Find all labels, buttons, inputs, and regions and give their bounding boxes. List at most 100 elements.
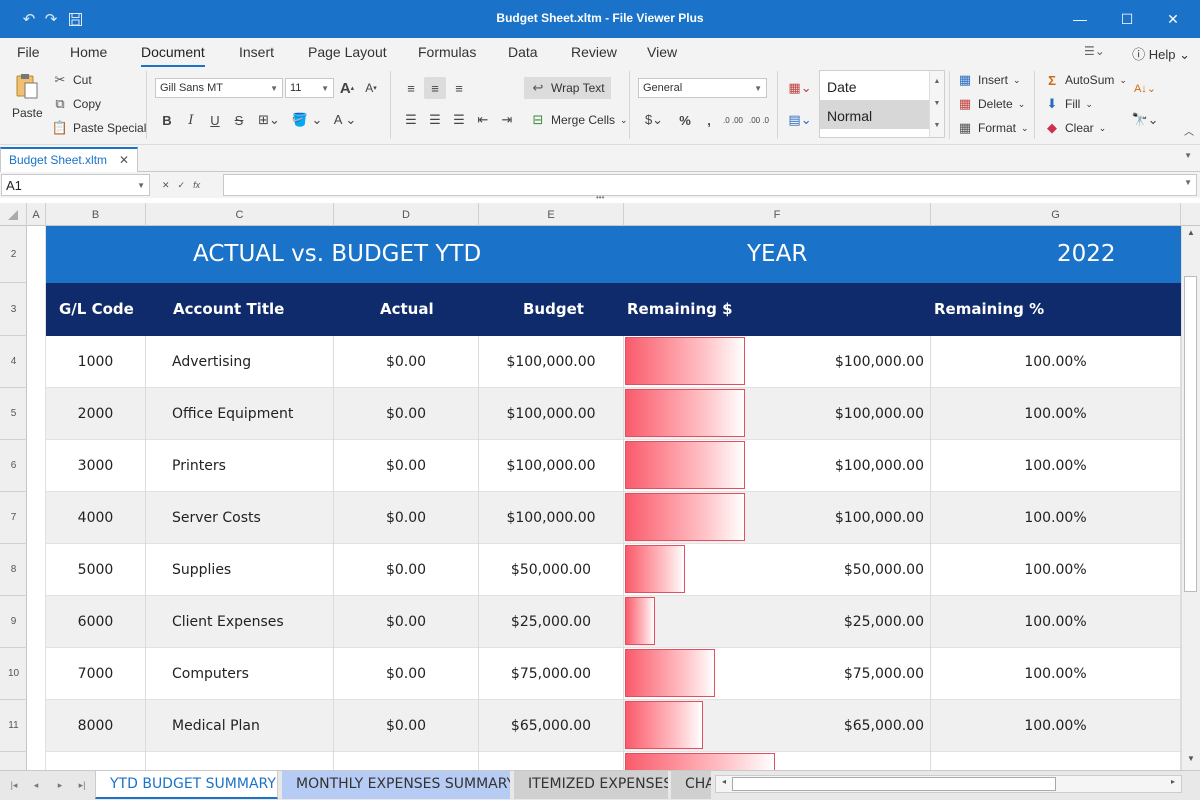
sort-filter-icon[interactable]: A↓⌄: [1130, 77, 1160, 99]
menu-review[interactable]: Review: [571, 44, 617, 64]
grow-font-icon[interactable]: A ▴: [336, 77, 358, 99]
cell-actual[interactable]: $0.00: [334, 700, 479, 752]
menu-page-layout[interactable]: Page Layout: [308, 44, 387, 64]
scroll-up-icon[interactable]: ▲: [1185, 228, 1197, 242]
confirm-icon[interactable]: ✓: [178, 180, 186, 191]
cell-remaining-percent[interactable]: 100.00%: [931, 388, 1181, 440]
select-all-corner[interactable]: [0, 203, 27, 226]
last-sheet-icon[interactable]: ▸|: [74, 777, 90, 793]
font-size-select[interactable]: 11 ▼: [285, 78, 334, 98]
cell-actual[interactable]: $0.00: [334, 648, 479, 700]
cell-gl-code[interactable]: 8000: [46, 700, 146, 752]
style-date[interactable]: Date: [820, 71, 944, 100]
horizontal-scrollbar[interactable]: ◂ ▸: [715, 775, 1182, 793]
cell-actual[interactable]: $0.00: [334, 336, 479, 388]
clear-button[interactable]: ◆ Clear ⌄: [1044, 120, 1106, 136]
cell-remaining-percent[interactable]: 100.00%: [931, 544, 1181, 596]
format-as-table-icon[interactable]: ▤⌄: [785, 109, 815, 131]
collapse-ribbon-icon[interactable]: ︿: [1178, 119, 1200, 141]
row-header[interactable]: 9: [0, 596, 27, 648]
cell-remaining-percent[interactable]: 100.00%: [931, 700, 1181, 752]
cancel-icon[interactable]: ✕: [162, 180, 170, 191]
underline-icon[interactable]: U: [204, 109, 226, 131]
formula-input[interactable]: ▼: [223, 174, 1197, 196]
conditional-formatting-icon[interactable]: ▦⌄: [785, 77, 815, 99]
cell-budget[interactable]: $75,000.00: [479, 648, 624, 700]
function-icon[interactable]: fx: [193, 180, 200, 190]
paste-special-button[interactable]: 📋 Paste Special: [52, 120, 146, 136]
tab-list-icon[interactable]: ▼: [1184, 151, 1192, 160]
cell-gl-code[interactable]: [46, 752, 146, 770]
table-row[interactable]: 5000 Supplies $0.00 $50,000.00 $50,000.00 100…: [46, 544, 1181, 596]
align-middle-icon[interactable]: ≡: [424, 77, 446, 99]
cell-budget[interactable]: $100,000.00: [479, 492, 624, 544]
cell-actual[interactable]: $0.00: [334, 388, 479, 440]
close-icon[interactable]: ✕: [119, 153, 129, 168]
cell-remaining-dollars[interactable]: $100,000.00: [624, 388, 931, 440]
cell-account-title[interactable]: Printers: [146, 440, 334, 492]
merge-cells-button[interactable]: ⊟ Merge Cells ⌄: [524, 109, 634, 131]
cell-remaining-percent[interactable]: 100.00%: [931, 336, 1181, 388]
cell-actual[interactable]: $0.00: [334, 596, 479, 648]
help-button[interactable]: ⓘ Help ⌄: [1132, 44, 1190, 63]
autosum-button[interactable]: Σ AutoSum ⌄: [1044, 72, 1127, 88]
column-header-g[interactable]: G: [931, 203, 1181, 226]
cell-styles-gallery[interactable]: Date Normal ▲ ▼ ▼: [819, 70, 945, 138]
cell-gl-code[interactable]: 1000: [46, 336, 146, 388]
column-header-e[interactable]: E: [479, 203, 624, 226]
cell-account-title[interactable]: Supplies: [146, 544, 334, 596]
cell-actual[interactable]: [334, 752, 479, 770]
ribbon-options-icon[interactable]: ☰⌄: [1084, 44, 1105, 64]
resize-handle-icon[interactable]: •••: [596, 194, 604, 202]
align-right-icon[interactable]: ☰: [448, 109, 470, 131]
spreadsheet-grid[interactable]: A B C D E F G 2 3 4 5 6 7 8 9 10 11 12 A…: [0, 203, 1200, 770]
menu-view[interactable]: View: [647, 44, 677, 64]
minimize-button[interactable]: —: [1057, 6, 1103, 32]
cell-budget[interactable]: $100,000.00: [479, 336, 624, 388]
table-row[interactable]: 4000 Server Costs $0.00 $100,000.00 $100,000…: [46, 492, 1181, 544]
fill-button[interactable]: ⬇ Fill ⌄: [1044, 96, 1093, 112]
column-header-b[interactable]: B: [46, 203, 146, 226]
increase-decimal-icon[interactable]: .0 .00: [722, 109, 744, 131]
menu-file[interactable]: File: [17, 44, 40, 64]
row-header[interactable]: 3: [0, 283, 27, 336]
row-header[interactable]: 2: [0, 226, 27, 283]
table-row[interactable]: [46, 752, 1181, 770]
menu-insert[interactable]: Insert: [239, 44, 274, 64]
column-a-cells[interactable]: [27, 226, 46, 770]
column-header-a[interactable]: A: [27, 203, 46, 226]
cell-actual[interactable]: $0.00: [334, 440, 479, 492]
row-header[interactable]: 10: [0, 648, 27, 700]
align-center-icon[interactable]: ☰: [424, 109, 446, 131]
table-row[interactable]: 3000 Printers $0.00 $100,000.00 $100,000.00 1…: [46, 440, 1181, 492]
cell-remaining-percent[interactable]: 100.00%: [931, 440, 1181, 492]
align-bottom-icon[interactable]: ≡: [448, 77, 470, 99]
align-left-icon[interactable]: ☰: [400, 109, 422, 131]
row-header[interactable]: 7: [0, 492, 27, 544]
cell-budget[interactable]: $65,000.00: [479, 700, 624, 752]
sheet-tab-charts[interactable]: CHA: [671, 771, 711, 799]
row-header[interactable]: 6: [0, 440, 27, 492]
table-row[interactable]: 2000 Office Equipment $0.00 $100,000.00 $100…: [46, 388, 1181, 440]
column-header-f[interactable]: F: [624, 203, 931, 226]
font-name-select[interactable]: Gill Sans MT ▼: [155, 78, 283, 98]
font-color-icon[interactable]: A ⌄: [330, 109, 360, 131]
comma-icon[interactable]: ,: [698, 109, 720, 131]
row-header[interactable]: 5: [0, 388, 27, 440]
cell-budget[interactable]: [479, 752, 624, 770]
delete-cells-button[interactable]: ▦ Delete ⌄: [957, 96, 1025, 112]
row-header[interactable]: 11: [0, 700, 27, 752]
cell-budget[interactable]: $25,000.00: [479, 596, 624, 648]
cell-account-title[interactable]: Advertising: [146, 336, 334, 388]
cell-remaining-dollars[interactable]: $100,000.00: [624, 336, 931, 388]
align-top-icon[interactable]: ≡: [400, 77, 422, 99]
strikethrough-icon[interactable]: S: [228, 109, 250, 131]
cell-account-title[interactable]: Client Expenses: [146, 596, 334, 648]
cell-remaining-percent[interactable]: 100.00%: [931, 596, 1181, 648]
cell-remaining-percent[interactable]: 100.00%: [931, 648, 1181, 700]
menu-home[interactable]: Home: [70, 44, 107, 64]
sheet-tab-ytd-budget-summary[interactable]: YTD BUDGET SUMMARY: [95, 771, 278, 799]
maximize-button[interactable]: ☐: [1104, 6, 1150, 32]
cell-gl-code[interactable]: 3000: [46, 440, 146, 492]
table-row[interactable]: 8000 Medical Plan $0.00 $65,000.00 $65,000.0…: [46, 700, 1181, 752]
